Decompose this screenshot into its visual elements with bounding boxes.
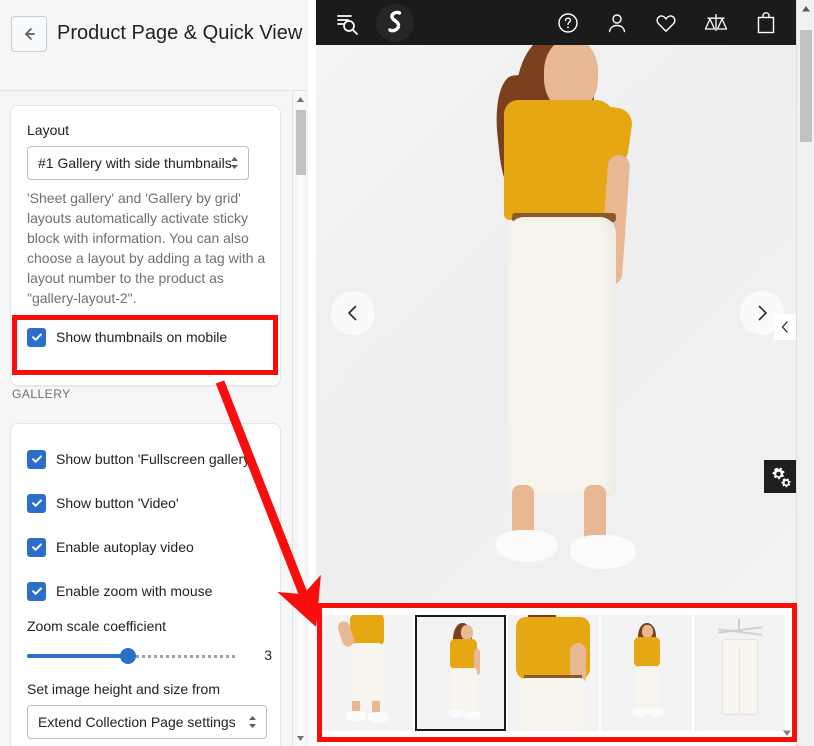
question-circle-icon[interactable] bbox=[556, 11, 580, 35]
product-photo-model-back-view bbox=[316, 45, 796, 602]
chevron-updown-icon bbox=[247, 714, 257, 730]
slider-value: 3 bbox=[264, 647, 272, 663]
shopping-bag-icon[interactable] bbox=[754, 10, 778, 36]
product-main-image[interactable] bbox=[316, 45, 796, 602]
layout-settings-card: Layout #1 Gallery with side thumbnails '… bbox=[10, 105, 281, 386]
checkbox-row-zoom-with-mouse[interactable]: Enable zoom with mouse bbox=[27, 581, 212, 601]
preview-scroll-down-caret[interactable] bbox=[782, 724, 792, 742]
checkbox-label-fullscreen-gallery: Show button 'Fullscreen gallery' bbox=[56, 451, 253, 467]
slider-track-empty bbox=[136, 655, 237, 658]
arrow-left-icon bbox=[20, 25, 38, 43]
layout-select[interactable]: #1 Gallery with side thumbnails bbox=[27, 146, 249, 180]
scrollbar-up-arrow[interactable] bbox=[293, 91, 308, 107]
image-size-select[interactable]: Extend Collection Page settings bbox=[27, 705, 267, 739]
checkbox-show-fullscreen-gallery[interactable] bbox=[27, 449, 46, 469]
back-button[interactable] bbox=[11, 16, 47, 52]
gears-icon[interactable] bbox=[764, 460, 796, 493]
section-heading-gallery: GALLERY bbox=[12, 387, 71, 401]
settings-panel: Product Page & Quick View Layout #1 Gall… bbox=[0, 0, 316, 746]
image-size-select-value: Extend Collection Page settings bbox=[38, 714, 236, 730]
checkbox-row-autoplay-video[interactable]: Enable autoplay video bbox=[27, 537, 194, 557]
checkbox-label-zoom-with-mouse: Enable zoom with mouse bbox=[56, 583, 213, 599]
image-size-label: Set image height and size from bbox=[27, 681, 220, 697]
browser-scrollbar-up-arrow[interactable] bbox=[797, 0, 814, 18]
s-logo-icon[interactable] bbox=[376, 3, 414, 42]
thumb-3-closeup-torso[interactable] bbox=[508, 615, 599, 731]
scrollbar-thumb[interactable] bbox=[296, 110, 306, 175]
checkbox-show-video-button[interactable] bbox=[27, 493, 46, 513]
thumb-1-lower-body[interactable] bbox=[322, 615, 413, 731]
checkbox-enable-zoom-with-mouse[interactable] bbox=[27, 581, 46, 601]
scales-compare-icon[interactable] bbox=[703, 11, 729, 35]
slider-thumb[interactable] bbox=[120, 648, 136, 664]
checkbox-show-thumbnails-mobile[interactable] bbox=[27, 327, 46, 347]
user-account-icon[interactable] bbox=[605, 11, 629, 35]
checkbox-row-fullscreen-gallery[interactable]: Show button 'Fullscreen gallery' bbox=[27, 449, 253, 469]
scrollbar-down-arrow[interactable] bbox=[293, 730, 308, 746]
navbar-right-icons bbox=[556, 10, 778, 36]
preview-side-collapse-tab[interactable] bbox=[774, 314, 796, 340]
page-title: Product Page & Quick View bbox=[57, 22, 303, 44]
layout-label: Layout bbox=[27, 122, 70, 138]
layout-select-value: #1 Gallery with side thumbnails bbox=[38, 155, 232, 171]
app-root: Product Page & Quick View Layout #1 Gall… bbox=[0, 0, 814, 746]
gallery-settings-card: Show button 'Fullscreen gallery' Show bu… bbox=[10, 423, 281, 746]
zoom-scale-slider[interactable]: 3 bbox=[27, 646, 272, 666]
search-filter-icon[interactable] bbox=[332, 8, 362, 38]
thumb-5-pants-hanger[interactable] bbox=[694, 615, 785, 731]
layout-help-text: 'Sheet gallery' and 'Gallery by grid' la… bbox=[27, 190, 266, 306]
checkbox-row-show-thumbnails-mobile[interactable]: Show thumbnails on mobile bbox=[27, 327, 227, 347]
thumb-4-front-view[interactable] bbox=[601, 615, 692, 731]
store-navbar bbox=[316, 0, 796, 45]
browser-scrollbar[interactable] bbox=[796, 0, 814, 746]
heart-wishlist-icon[interactable] bbox=[654, 11, 678, 35]
gallery-thumbnail-strip bbox=[316, 607, 796, 737]
checkbox-enable-autoplay-video[interactable] bbox=[27, 537, 46, 557]
thumb-2-back-view[interactable] bbox=[415, 615, 506, 731]
chevron-updown-icon bbox=[229, 155, 239, 171]
zoom-scale-label: Zoom scale coefficient bbox=[27, 618, 167, 634]
checkbox-label-show-video: Show button 'Video' bbox=[56, 495, 179, 511]
checkbox-label-show-thumbnails-mobile: Show thumbnails on mobile bbox=[56, 329, 228, 345]
panel-header: Product Page & Quick View bbox=[0, 0, 316, 91]
panel-divider bbox=[308, 0, 316, 746]
checkbox-label-autoplay-video: Enable autoplay video bbox=[56, 539, 194, 555]
browser-scrollbar-thumb[interactable] bbox=[800, 30, 812, 142]
gallery-prev-button[interactable] bbox=[331, 291, 375, 335]
panel-scroll-area: Layout #1 Gallery with side thumbnails '… bbox=[0, 91, 291, 746]
checkbox-row-show-video[interactable]: Show button 'Video' bbox=[27, 493, 179, 513]
slider-track-filled bbox=[27, 654, 128, 658]
settings-panel-scrollbar[interactable] bbox=[292, 91, 308, 746]
store-preview bbox=[316, 0, 796, 746]
